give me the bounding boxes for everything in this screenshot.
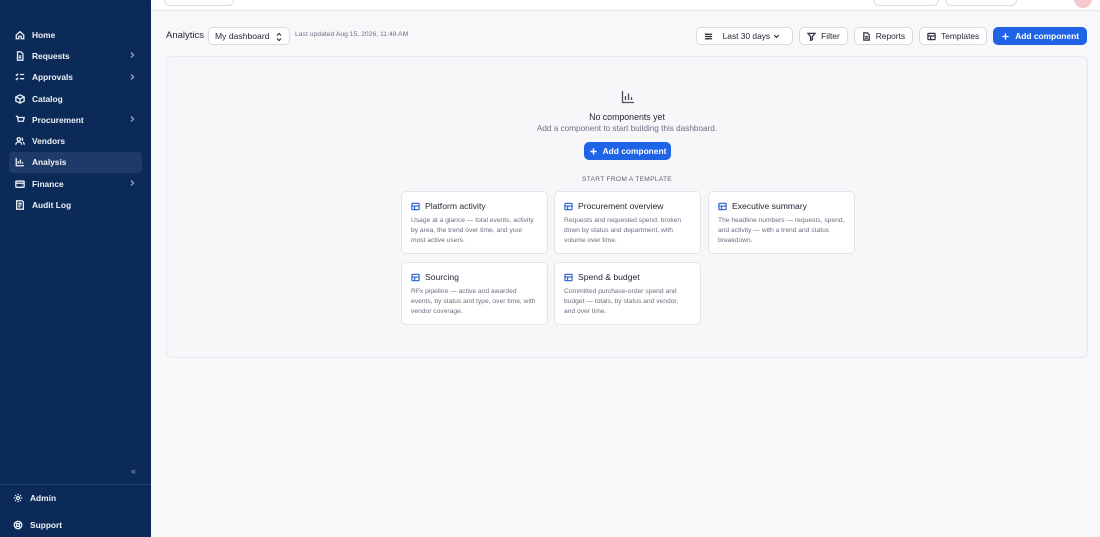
filter-icon	[807, 32, 817, 41]
filter-label: Filter	[821, 31, 840, 41]
log-icon	[14, 200, 25, 211]
sidebar-item-label: Requests	[32, 50, 70, 61]
sidebar-item-label: Procurement	[32, 114, 84, 125]
date-range-value: Last 30 days	[722, 31, 771, 41]
dashboard-select[interactable]: My dashboard	[208, 27, 290, 45]
chevron-right-icon	[128, 115, 136, 123]
chevron-right-icon	[128, 51, 136, 59]
add-component-label: Add component	[1015, 31, 1079, 41]
template-description: The headline numbers — requests, spend, …	[718, 217, 845, 244]
sidebar-item-label: Approvals	[32, 72, 73, 83]
sidebar-item-home[interactable]: Home	[9, 24, 142, 45]
layout-icon	[411, 202, 420, 210]
template-title: Procurement overview	[578, 201, 664, 211]
avatar[interactable]	[1074, 0, 1092, 8]
plus-icon	[589, 147, 597, 155]
template-card-executive-summary[interactable]: Executive summary The headline numbers —…	[708, 191, 855, 254]
sidebar-item-catalog[interactable]: Catalog	[9, 88, 142, 109]
templates-button[interactable]: Templates	[919, 27, 988, 45]
sidebar-item-label: Audit Log	[32, 200, 72, 211]
template-card-platform-activity[interactable]: Platform activity Usage at a glance — to…	[401, 191, 548, 254]
template-title: Platform activity	[425, 201, 486, 211]
layout-icon	[927, 32, 936, 40]
home-icon	[14, 29, 25, 40]
empty-state-subtitle: Add a component to start building this d…	[536, 124, 718, 133]
bar-chart-icon	[621, 90, 635, 104]
dashboard-toolbar: Analytics My dashboard Last updated Aug …	[166, 27, 1087, 45]
sidebar-item-support[interactable]: Support	[9, 515, 142, 535]
last-updated-text: Last updated Aug 15, 2026, 11:48 AM	[295, 31, 409, 38]
empty-add-component-label: Add component	[602, 146, 667, 156]
document-icon	[862, 31, 870, 41]
sidebar-item-admin[interactable]: Admin	[9, 488, 142, 508]
sidebar-item-label: Home	[32, 29, 56, 40]
template-card-sourcing[interactable]: Sourcing RFx pipeline — active and award…	[401, 262, 548, 325]
chevron-down-icon	[773, 34, 780, 39]
header-search[interactable]	[873, 0, 939, 6]
plus-icon	[1002, 32, 1009, 40]
layout-icon	[718, 202, 727, 210]
sidebar-item-analysis[interactable]: Analysis	[9, 151, 142, 174]
sidebar-item-label: Finance	[32, 178, 64, 189]
sidebar-item-procurement[interactable]: Procurement	[9, 109, 142, 130]
sidebar-item-requests[interactable]: Requests	[9, 45, 142, 66]
dashboard-select-value: My dashboard	[215, 31, 270, 41]
sidebar-item-vendors[interactable]: Vendors	[9, 130, 142, 151]
sidebar-item-finance[interactable]: Finance	[9, 173, 142, 194]
collapse-sidebar-button[interactable]: «	[131, 466, 141, 476]
sidebar-item-audit-log[interactable]: Audit Log	[9, 194, 142, 215]
empty-state-title: No components yet	[589, 112, 665, 122]
page-title: Analytics	[166, 30, 205, 41]
sliders-icon	[704, 32, 712, 40]
dashboard-canvas: No components yet Add a component to sta…	[166, 56, 1088, 358]
template-description: Requests and requested spend, broken dow…	[564, 217, 682, 244]
sidebar-item-label: Vendors	[32, 136, 66, 147]
sidebar-item-label: Analysis	[32, 157, 67, 168]
sidebar-divider	[0, 484, 151, 485]
templates-heading: START FROM A TEMPLATE	[582, 176, 672, 183]
checklist-icon	[14, 72, 25, 83]
header-button[interactable]	[945, 0, 1017, 6]
layout-icon	[411, 273, 420, 281]
toolbar-actions: Last 30 days Filter Reports Templates Ad…	[695, 27, 1087, 45]
template-description: Committed purchase-order spend and budge…	[564, 288, 679, 315]
layout-icon	[564, 202, 573, 210]
add-component-button[interactable]: Add component	[993, 27, 1087, 45]
cart-icon	[14, 114, 25, 125]
reports-label: Reports	[875, 31, 906, 41]
sidebar-item-label: Support	[30, 520, 63, 530]
sidebar: Home Requests Approvals Catalog Procurem…	[0, 0, 151, 537]
chevron-right-icon	[128, 179, 136, 187]
templates-label: Templates	[941, 31, 980, 41]
sidebar-nav: Home Requests Approvals Catalog Procurem…	[0, 24, 151, 216]
wallet-icon	[14, 178, 25, 189]
empty-add-component-button[interactable]: Add component	[584, 142, 671, 160]
sidebar-item-label: Catalog	[32, 93, 63, 104]
date-range-select[interactable]: Last 30 days	[695, 27, 794, 45]
box-icon	[14, 93, 25, 104]
sidebar-item-approvals[interactable]: Approvals	[9, 67, 142, 88]
template-title: Spend & budget	[578, 272, 640, 282]
template-title: Executive summary	[732, 201, 807, 211]
template-card-spend-budget[interactable]: Spend & budget Committed purchase-order …	[554, 262, 701, 325]
layout-icon	[564, 273, 573, 281]
reports-button[interactable]: Reports	[853, 27, 914, 45]
top-header	[151, 0, 1100, 11]
template-title: Sourcing	[425, 272, 459, 282]
bar-chart-icon	[14, 157, 25, 168]
template-card-procurement-overview[interactable]: Procurement overview Requests and reques…	[554, 191, 701, 254]
header-button[interactable]	[164, 0, 234, 6]
lifebuoy-icon	[12, 520, 23, 531]
file-icon	[14, 50, 25, 61]
chevron-right-icon	[128, 73, 136, 81]
gear-icon	[12, 493, 23, 504]
filter-button[interactable]: Filter	[799, 27, 848, 45]
users-icon	[14, 136, 25, 147]
sidebar-item-label: Admin	[30, 493, 57, 503]
chevron-updown-icon	[275, 32, 283, 42]
template-description: Usage at a glance — total events, activi…	[411, 217, 534, 244]
template-description: RFx pipeline — active and awarded events…	[411, 288, 536, 315]
